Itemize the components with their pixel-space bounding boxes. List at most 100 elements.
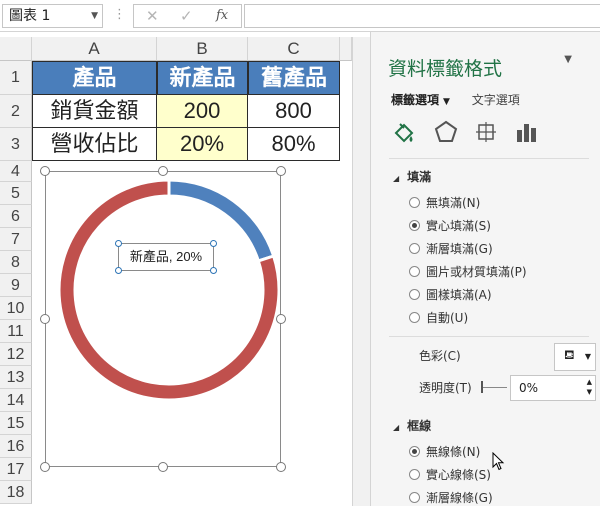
pane-icon-bar — [389, 119, 589, 149]
data-label[interactable]: 新產品, 20% — [115, 240, 217, 274]
select-all-corner[interactable] — [0, 37, 32, 61]
collapse-icon: ◢ — [393, 423, 400, 432]
fill-opts-item[interactable]: 圖片或材質填滿(P) — [409, 264, 527, 280]
tab-label-options[interactable]: 標籤選項 — [391, 93, 439, 107]
chart-resize-handle[interactable] — [40, 314, 50, 324]
row-header-18[interactable]: 18 — [0, 481, 32, 504]
cell-a1[interactable]: 產品 — [32, 61, 157, 95]
effects-icon[interactable] — [433, 119, 459, 145]
radio-button[interactable] — [409, 197, 420, 208]
border-opts-item[interactable]: 實心線條(S) — [409, 467, 491, 483]
radio-button[interactable] — [409, 469, 420, 480]
col-header-d[interactable] — [340, 37, 352, 61]
radio-button[interactable] — [409, 220, 420, 231]
data-label-handle[interactable] — [115, 267, 122, 274]
data-label-handle[interactable] — [210, 240, 217, 247]
radio-button[interactable] — [409, 243, 420, 254]
chart-resize-handle[interactable] — [276, 166, 286, 176]
row-header-6[interactable]: 6 — [0, 205, 32, 228]
row-header-9[interactable]: 9 — [0, 274, 32, 297]
chart-resize-handle[interactable] — [158, 166, 168, 176]
row-header-8[interactable]: 8 — [0, 251, 32, 274]
row-header-12[interactable]: 12 — [0, 343, 32, 366]
color-picker-button[interactable]: ⛾ ▼ — [554, 343, 596, 371]
row-header-3[interactable]: 3 — [0, 128, 32, 161]
cell-b1[interactable]: 新產品 — [157, 61, 248, 95]
mouse-cursor-icon — [492, 452, 505, 471]
fill-opts-item[interactable]: 無填滿(N) — [409, 195, 480, 211]
col-header-b[interactable]: B — [157, 37, 248, 61]
formula-input[interactable] — [244, 4, 600, 28]
pane-menu-icon[interactable]: ▼ — [564, 54, 572, 65]
border-section-header[interactable]: ◢ 框線 — [393, 417, 431, 434]
data-label-handle[interactable] — [115, 240, 122, 247]
transparency-slider[interactable] — [481, 387, 507, 388]
chart-resize-handle[interactable] — [40, 166, 50, 176]
cell-a2[interactable]: 銷貨金額 — [32, 95, 157, 128]
fill-opts-item[interactable]: 自動(U) — [409, 310, 468, 326]
chart-resize-handle[interactable] — [40, 462, 50, 472]
option-label: 圖片或材質填滿(P) — [426, 265, 527, 279]
cell-c2[interactable]: 800 — [248, 95, 340, 128]
worksheet-grid[interactable]: A B C 1 2 3 4 5 6 7 8 9 10 11 12 13 14 15 16 17 18 產品 新產品… — [0, 37, 352, 506]
name-box[interactable]: 圖表 1 ▼ — [2, 4, 103, 28]
fill-line-icon[interactable] — [391, 119, 417, 145]
label-options-icon[interactable] — [513, 119, 539, 145]
radio-button[interactable] — [409, 446, 420, 457]
radio-button[interactable] — [409, 266, 420, 277]
row-header-13[interactable]: 13 — [0, 366, 32, 389]
option-label: 漸層線條(G) — [426, 491, 493, 505]
border-opts-item[interactable]: 漸層線條(G) — [409, 490, 493, 506]
col-header-a[interactable]: A — [32, 37, 157, 61]
col-header-c[interactable]: C — [248, 37, 340, 61]
separator — [389, 158, 589, 159]
transparency-slider-thumb[interactable] — [481, 381, 483, 393]
chart-resize-handle[interactable] — [158, 462, 168, 472]
doughnut-chart[interactable]: 新產品, 20% — [45, 171, 281, 467]
cell-c1[interactable]: 舊產品 — [248, 61, 340, 95]
fill-opts-item[interactable]: 圖樣填滿(A) — [409, 287, 492, 303]
pane-title: 資料標籤格式 — [388, 58, 503, 80]
data-label-handle[interactable] — [210, 267, 217, 274]
transparency-label: 透明度(T) — [419, 381, 472, 395]
radio-button[interactable] — [409, 312, 420, 323]
fx-icon[interactable]: fx — [216, 8, 228, 23]
chevron-down-icon[interactable]: ▼ — [91, 5, 98, 27]
option-label: 漸層填滿(G) — [426, 242, 493, 256]
option-label: 實心填滿(S) — [426, 219, 491, 233]
separator — [389, 336, 589, 337]
radio-button[interactable] — [409, 492, 420, 503]
enter-icon[interactable]: ✓ — [180, 7, 193, 25]
option-label: 實心線條(S) — [426, 468, 491, 482]
cell-b3[interactable]: 20% — [157, 128, 248, 161]
spin-icon[interactable]: ▲ ▼ — [587, 377, 592, 397]
tab-text-options[interactable]: 文字選項 — [472, 93, 520, 107]
chevron-down-icon[interactable]: ▼ — [443, 97, 450, 107]
chart-resize-handle[interactable] — [276, 462, 286, 472]
vertical-scrollbar[interactable] — [352, 37, 370, 506]
row-header-17[interactable]: 17 — [0, 458, 32, 481]
chart-resize-handle[interactable] — [276, 314, 286, 324]
row-header-1[interactable]: 1 — [0, 61, 32, 95]
row-header-15[interactable]: 15 — [0, 412, 32, 435]
border-opts-item[interactable]: 無線條(N) — [409, 444, 480, 460]
row-header-4[interactable]: 4 — [0, 161, 32, 182]
row-header-10[interactable]: 10 — [0, 297, 32, 320]
cell-b2[interactable]: 200 — [157, 95, 248, 128]
row-header-5[interactable]: 5 — [0, 182, 32, 205]
row-header-14[interactable]: 14 — [0, 389, 32, 412]
row-header-2[interactable]: 2 — [0, 95, 32, 128]
radio-button[interactable] — [409, 289, 420, 300]
size-properties-icon[interactable] — [473, 119, 499, 145]
row-header-11[interactable]: 11 — [0, 320, 32, 343]
cell-c3[interactable]: 80% — [248, 128, 340, 161]
transparency-input[interactable]: 0% ▲ ▼ — [510, 375, 596, 401]
cancel-icon[interactable]: ✕ — [146, 7, 159, 25]
cell-a3[interactable]: 營收佔比 — [32, 128, 157, 161]
row-header-7[interactable]: 7 — [0, 228, 32, 251]
data-label-text: 新產品, 20% — [129, 249, 203, 264]
fill-opts-item[interactable]: 漸層填滿(G) — [409, 241, 493, 257]
fill-opts-item[interactable]: 實心填滿(S) — [409, 218, 491, 234]
row-header-16[interactable]: 16 — [0, 435, 32, 458]
fill-section-header[interactable]: ◢ 填滿 — [393, 168, 431, 185]
